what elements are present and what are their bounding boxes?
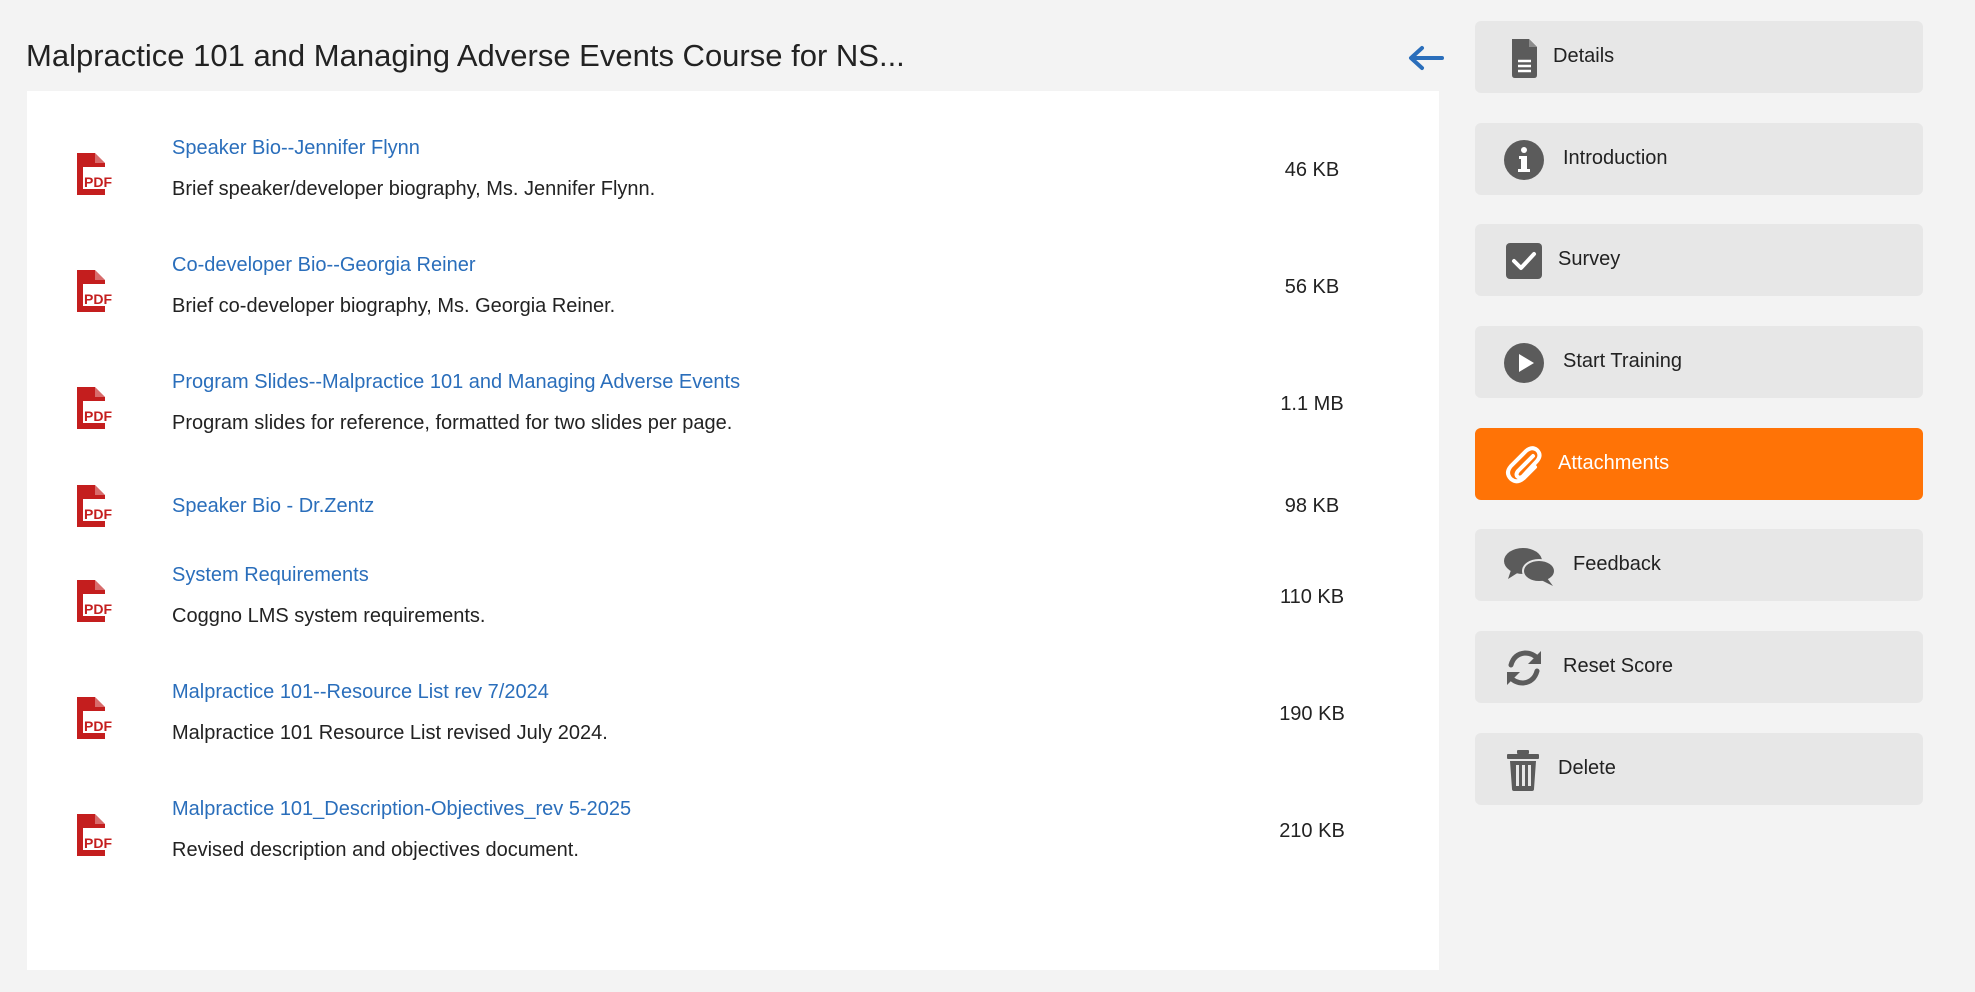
back-arrow-icon[interactable]	[1406, 44, 1446, 72]
pdf-icon: PDF	[77, 485, 112, 527]
pdf-icon: PDF	[77, 697, 112, 739]
pdf-icon: PDF	[77, 153, 112, 195]
start-training-label: Start Training	[1563, 350, 1682, 372]
attachment-link[interactable]: Co-developer Bio--Georgia Reiner	[172, 254, 475, 277]
survey-button[interactable]: Survey	[1475, 224, 1923, 296]
pdf-icon-label: PDF	[84, 291, 112, 307]
attachment-row: PDF System Requirements Coggno LMS syste…	[27, 564, 1439, 644]
attachment-row: PDF Speaker Bio--Jennifer Flynn Brief sp…	[27, 137, 1439, 217]
pdf-icon-label: PDF	[84, 408, 112, 424]
info-icon	[1504, 140, 1544, 180]
attachment-description: Brief speaker/developer biography, Ms. J…	[172, 178, 656, 200]
pdf-icon-label: PDF	[84, 174, 112, 190]
attachments-button[interactable]: Attachments	[1475, 428, 1923, 500]
pdf-icon-label: PDF	[84, 835, 112, 851]
feedback-label: Feedback	[1573, 553, 1661, 575]
checkbox-icon	[1506, 243, 1542, 279]
attachment-size: 46 KB	[1284, 159, 1340, 181]
attachment-description: Coggno LMS system requirements.	[172, 605, 486, 627]
reset-score-button[interactable]: Reset Score	[1475, 631, 1923, 703]
page: Malpractice 101 and Managing Adverse Eve…	[0, 0, 1975, 992]
paperclip-icon	[1506, 446, 1542, 484]
pdf-icon: PDF	[77, 387, 112, 429]
pdf-icon: PDF	[77, 814, 112, 856]
attachment-description: Brief co-developer biography, Ms. Georgi…	[172, 295, 616, 317]
feedback-button[interactable]: Feedback	[1475, 529, 1923, 601]
attachment-description: Program slides for reference, formatted …	[172, 412, 733, 434]
attachment-size: 98 KB	[1284, 495, 1340, 517]
delete-button[interactable]: Delete	[1475, 733, 1923, 805]
details-label: Details	[1553, 45, 1615, 67]
play-icon	[1504, 343, 1544, 383]
attachment-description: Malpractice 101 Resource List revised Ju…	[172, 722, 608, 744]
attachments-list: PDF Speaker Bio--Jennifer Flynn Brief sp…	[27, 91, 1439, 970]
attachment-row: PDF Program Slides--Malpractice 101 and …	[27, 371, 1439, 451]
refresh-icon	[1507, 650, 1541, 686]
attachment-size: 210 KB	[1279, 820, 1345, 842]
page-header: Malpractice 101 and Managing Adverse Eve…	[26, 30, 1446, 86]
pdf-icon-label: PDF	[84, 601, 112, 617]
attachment-row: PDF Malpractice 101_Description-Objectiv…	[27, 798, 1439, 878]
attachment-link[interactable]: Malpractice 101_Description-Objectives_r…	[172, 798, 631, 821]
attachment-row: PDF Speaker Bio - Dr.Zentz 98 KB	[27, 483, 1439, 543]
attachment-link[interactable]: System Requirements	[172, 564, 369, 587]
survey-label: Survey	[1558, 248, 1621, 270]
attachment-size: 1.1 MB	[1280, 393, 1344, 415]
attachment-description: Revised description and objectives docum…	[172, 839, 579, 861]
attachment-row: PDF Malpractice 101--Resource List rev 7…	[27, 681, 1439, 761]
attachment-link[interactable]: Program Slides--Malpractice 101 and Mana…	[172, 371, 740, 394]
attachments-label: Attachments	[1558, 452, 1670, 474]
chat-bubbles-icon	[1504, 548, 1556, 586]
attachment-size: 56 KB	[1284, 276, 1340, 298]
reset-score-label: Reset Score	[1563, 655, 1674, 677]
delete-label: Delete	[1558, 757, 1616, 779]
trash-icon	[1507, 750, 1539, 791]
pdf-icon: PDF	[77, 270, 112, 312]
introduction-label: Introduction	[1563, 147, 1668, 169]
attachment-link[interactable]: Speaker Bio - Dr.Zentz	[172, 495, 374, 518]
pdf-icon-label: PDF	[84, 506, 112, 522]
page-title: Malpractice 101 and Managing Adverse Eve…	[26, 38, 905, 73]
pdf-icon-label: PDF	[84, 718, 112, 734]
details-button[interactable]: Details	[1475, 21, 1923, 93]
attachment-size: 190 KB	[1279, 703, 1345, 725]
document-icon	[1512, 39, 1537, 78]
attachment-row: PDF Co-developer Bio--Georgia Reiner Bri…	[27, 254, 1439, 334]
attachment-size: 110 KB	[1279, 586, 1345, 608]
attachment-link[interactable]: Malpractice 101--Resource List rev 7/202…	[172, 681, 549, 704]
attachment-link[interactable]: Speaker Bio--Jennifer Flynn	[172, 137, 420, 160]
introduction-button[interactable]: Introduction	[1475, 123, 1923, 195]
pdf-icon: PDF	[77, 580, 112, 622]
start-training-button[interactable]: Start Training	[1475, 326, 1923, 398]
